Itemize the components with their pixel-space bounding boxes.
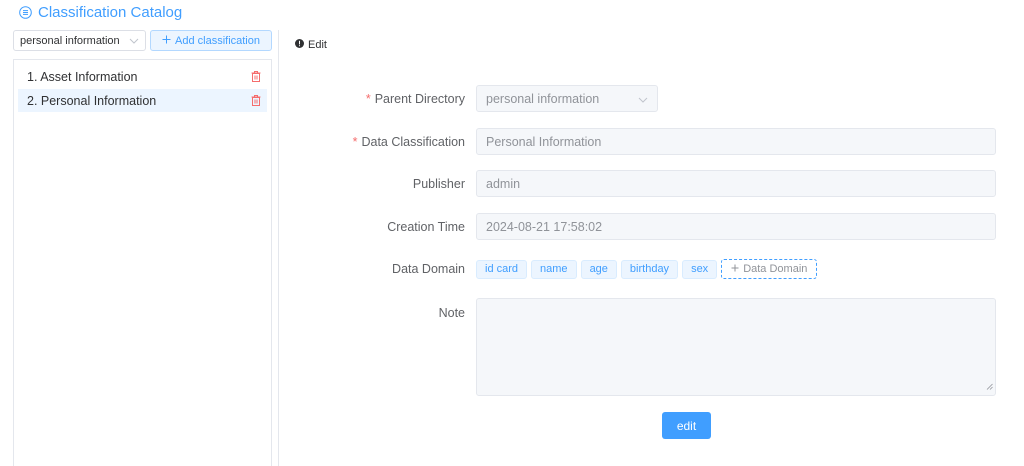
publisher-row: Publisher admin	[300, 170, 996, 197]
catalog-select-value: personal information	[20, 34, 120, 47]
data-classification-input[interactable]: Personal Information	[476, 128, 996, 155]
data-domain-tag[interactable]: sex	[682, 259, 718, 279]
data-domain-tag[interactable]: age	[580, 259, 617, 279]
delete-icon[interactable]	[251, 71, 261, 82]
data-classification-label: Data Classification	[361, 134, 465, 149]
tree-item-personal-information[interactable]: 2. Personal Information	[18, 89, 267, 112]
data-domain-tag[interactable]: birthday	[620, 259, 679, 279]
resize-handle-icon[interactable]	[986, 378, 993, 393]
required-mark: *	[365, 91, 371, 106]
plus-icon	[731, 263, 739, 275]
data-classification-row: * Data Classification Personal Informatio…	[300, 128, 996, 155]
publisher-input[interactable]: admin	[476, 170, 996, 197]
catalog-title: Classification Catalog	[38, 4, 183, 21]
parent-directory-value: personal information	[486, 91, 600, 106]
note-label: Note	[438, 306, 465, 320]
parent-directory-row: * Parent Directory personal information	[300, 85, 658, 112]
panel-divider	[278, 30, 279, 466]
list-circle-icon	[19, 6, 32, 19]
classification-toolbar: personal information Add classification	[13, 30, 273, 51]
data-classification-label-wrap: * Data Classification	[300, 135, 476, 149]
info-icon	[295, 39, 304, 51]
tree-item-asset-information[interactable]: 1. Asset Information	[18, 65, 267, 88]
catalog-header: Classification Catalog	[19, 4, 182, 21]
publisher-value: admin	[486, 176, 521, 191]
creation-time-label: Creation Time	[387, 219, 465, 234]
note-textarea[interactable]	[476, 298, 996, 396]
add-classification-button[interactable]: Add classification	[150, 30, 272, 51]
creation-time-input[interactable]: 2024-08-21 17:58:02	[476, 213, 996, 240]
add-data-domain-label: Data Domain	[743, 263, 808, 275]
data-domain-tags: id card name age birthday sex Data Domai…	[476, 259, 818, 279]
publisher-label: Publisher	[412, 176, 465, 191]
data-domain-tag[interactable]: id card	[476, 259, 528, 279]
creation-time-value: 2024-08-21 17:58:02	[486, 219, 603, 234]
add-data-domain-button[interactable]: Data Domain	[721, 259, 818, 279]
tree-item-label: 1. Asset Information	[27, 69, 138, 84]
data-domain-tag[interactable]: name	[531, 259, 577, 279]
data-domain-row: Data Domain id card name age birthday se…	[300, 259, 818, 279]
catalog-select[interactable]: personal information	[13, 30, 146, 51]
data-classification-value: Personal Information	[486, 134, 602, 149]
chevron-down-icon	[129, 35, 139, 47]
parent-directory-label: Parent Directory	[374, 91, 465, 106]
edit-heading-label: Edit	[308, 39, 327, 51]
required-mark: *	[352, 134, 358, 149]
chevron-down-icon	[638, 92, 648, 106]
creation-time-row: Creation Time 2024-08-21 17:58:02	[300, 213, 996, 240]
plus-icon	[162, 35, 171, 47]
note-row: Note	[300, 298, 996, 396]
parent-directory-label-wrap: * Parent Directory	[300, 92, 476, 106]
edit-heading: Edit	[295, 39, 327, 51]
classification-panel: personal information Add classification …	[13, 30, 273, 466]
data-domain-label: Data Domain	[392, 262, 465, 276]
add-classification-label: Add classification	[175, 34, 260, 47]
parent-directory-select[interactable]: personal information	[476, 85, 658, 112]
delete-icon[interactable]	[251, 95, 261, 106]
tree-item-label: 2. Personal Information	[27, 93, 157, 108]
edit-submit-button[interactable]: edit	[662, 412, 711, 439]
classification-tree: 1. Asset Information 2. Personal Informa…	[13, 59, 272, 466]
